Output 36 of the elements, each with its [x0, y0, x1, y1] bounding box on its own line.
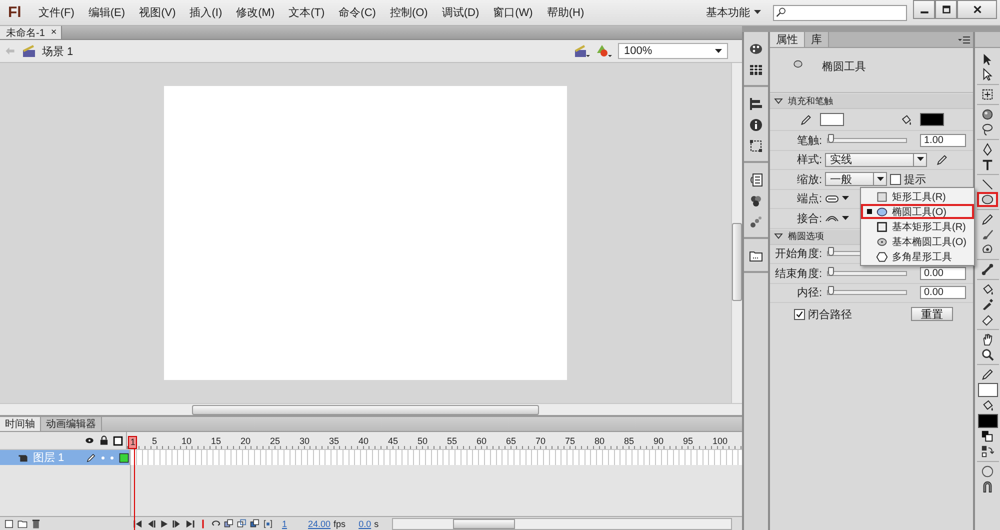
frame-number: 25 — [270, 436, 282, 448]
frame-number: 10 — [182, 436, 193, 448]
frame-number: 95 — [683, 436, 694, 448]
frame-number: 40 — [358, 436, 370, 448]
frame-number: 35 — [329, 436, 340, 448]
field-label: 端点: — [796, 192, 822, 206]
frame-number: 85 — [624, 436, 636, 448]
field-label: 内径: — [796, 286, 822, 300]
elapsed-time-unit: s — [374, 518, 379, 528]
elapsed-time: 0.0 — [358, 518, 372, 528]
frame-number: 90 — [654, 436, 665, 448]
frame-rate-unit: fps — [334, 518, 346, 528]
frame-number: 15 — [211, 436, 222, 448]
frame-number: 80 — [594, 436, 606, 448]
app-logo: Fl — [7, 4, 22, 21]
frame-number: 100 — [712, 436, 729, 448]
field-label: 结束角度: — [774, 266, 822, 281]
frame-number: 60 — [476, 436, 488, 448]
field-label: 样式: — [796, 153, 822, 168]
field-label: 缩放: — [796, 172, 822, 187]
frame-number: 45 — [388, 436, 400, 448]
frame-number: 20 — [240, 436, 252, 448]
frame-number: 5 — [152, 436, 158, 448]
frame-number: 65 — [506, 436, 518, 448]
frame-number: 55 — [447, 436, 458, 448]
frame-number: 30 — [300, 436, 311, 448]
field-label: 笔触: — [796, 134, 822, 148]
frame-number: 50 — [418, 436, 429, 448]
frame-rate: 24.00 — [308, 518, 331, 528]
frame-number: 70 — [536, 436, 547, 448]
field-label: 接合: — [796, 212, 822, 226]
scene-name: 场景 1 — [42, 44, 74, 58]
tool-name: 椭圆工具 — [822, 60, 866, 74]
current-frame: 1 — [282, 518, 288, 528]
frame-number: 75 — [565, 436, 576, 448]
field-label: 开始角度: — [774, 246, 822, 262]
